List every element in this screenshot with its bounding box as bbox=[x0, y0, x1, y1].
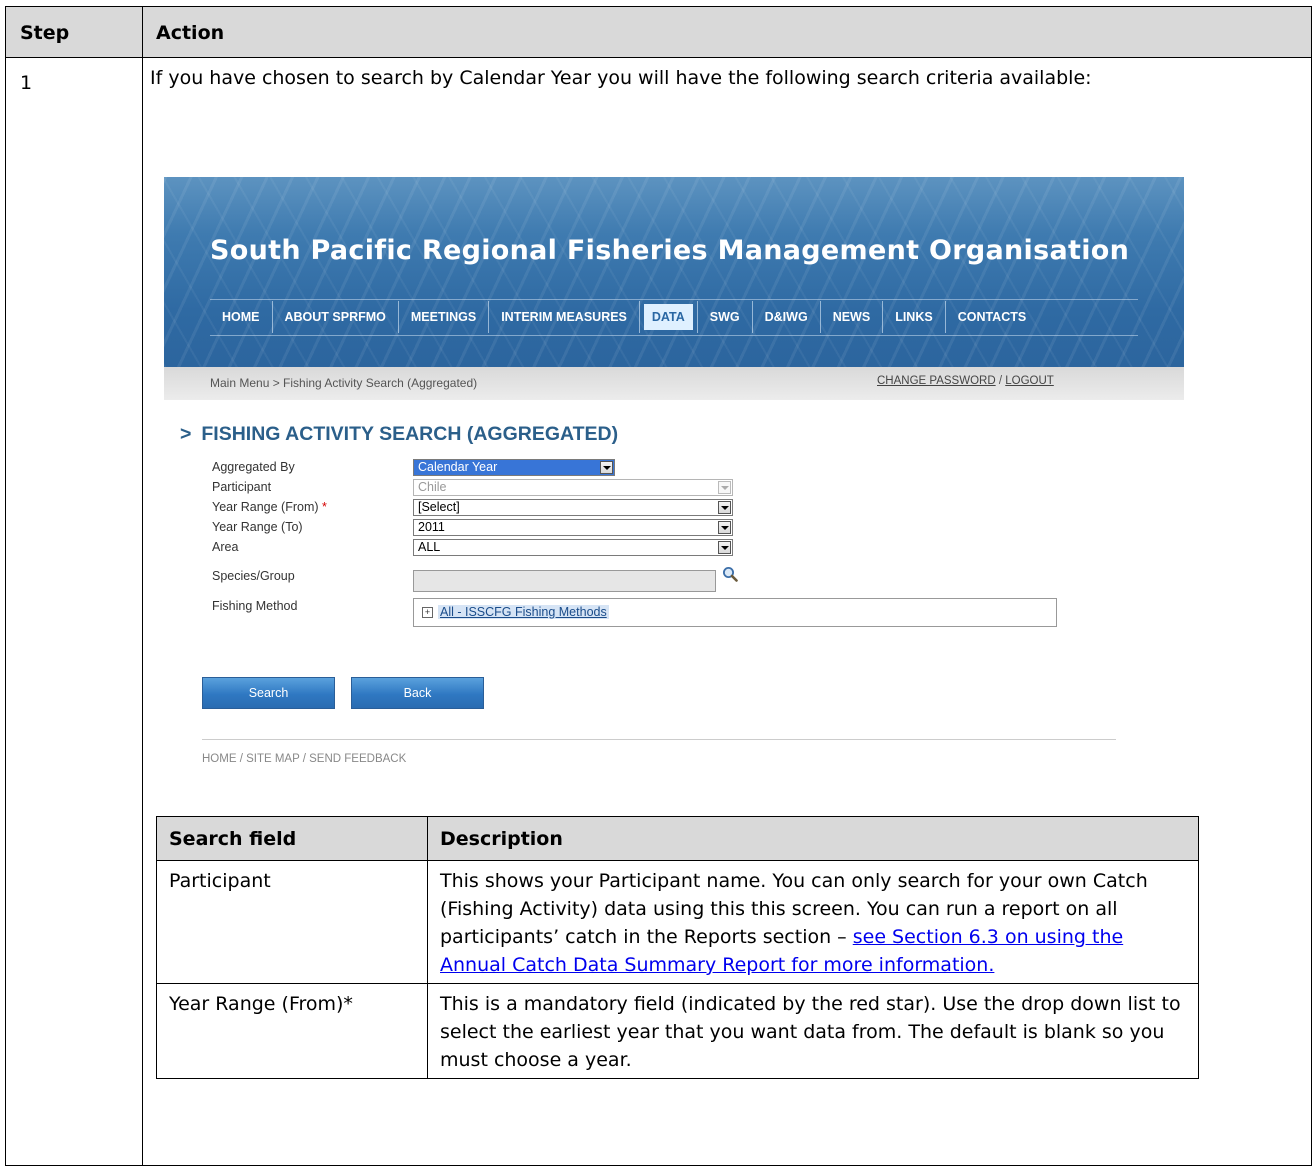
footer-divider bbox=[202, 739, 1116, 740]
area-label: Area bbox=[212, 540, 239, 554]
fishing-method-label: Fishing Method bbox=[212, 599, 298, 613]
link-separator: / bbox=[995, 375, 1006, 387]
site-banner: South Pacific Regional Fisheries Managem… bbox=[164, 177, 1184, 367]
dropdown-arrow-icon bbox=[718, 541, 731, 554]
area-value: ALL bbox=[418, 540, 441, 554]
nav-links[interactable]: LINKS bbox=[883, 301, 946, 333]
nav-data[interactable]: DATA bbox=[643, 304, 693, 330]
intro-text: If you have chosen to search by Calendar… bbox=[150, 67, 1092, 89]
site-title: South Pacific Regional Fisheries Managem… bbox=[210, 235, 1130, 266]
breadcrumb-bar: Main Menu > Fishing Activity Search (Agg… bbox=[164, 367, 1184, 400]
field-description: This shows your Participant name. You ca… bbox=[427, 860, 1199, 984]
year-from-select[interactable]: [Select] bbox=[413, 499, 733, 516]
required-star: * bbox=[322, 500, 327, 514]
field-description: This is a mandatory field (indicated by … bbox=[427, 983, 1199, 1079]
dropdown-arrow-icon bbox=[718, 521, 731, 534]
back-button[interactable]: Back bbox=[351, 677, 484, 709]
nav-news[interactable]: NEWS bbox=[821, 301, 884, 333]
aggregated-by-select[interactable]: Calendar Year bbox=[413, 459, 615, 476]
logout-link[interactable]: LOGOUT bbox=[1005, 375, 1054, 387]
participant-label: Participant bbox=[212, 480, 272, 494]
dropdown-arrow-icon bbox=[718, 481, 731, 494]
year-from-label-text: Year Range (From) bbox=[212, 500, 319, 514]
nav-separator bbox=[638, 301, 640, 333]
species-input[interactable] bbox=[413, 570, 716, 592]
year-from-value: [Select] bbox=[418, 500, 460, 514]
main-nav: HOME ABOUT SPRFMO MEETINGS INTERIM MEASU… bbox=[210, 301, 1038, 333]
nav-meetings[interactable]: MEETINGS bbox=[399, 301, 490, 333]
aggregated-by-value: Calendar Year bbox=[418, 460, 498, 474]
search-field-table: Search field Description Participant Thi… bbox=[156, 816, 1199, 1079]
change-password-link[interactable]: CHANGE PASSWORD bbox=[877, 375, 996, 387]
aggregated-by-label: Aggregated By bbox=[212, 460, 295, 474]
magnifier-icon[interactable] bbox=[722, 566, 738, 582]
nav-bottom-rule bbox=[210, 335, 1138, 336]
participant-select: Chile bbox=[413, 479, 733, 496]
page-title-text: FISHING ACTIVITY SEARCH (AGGREGATED) bbox=[201, 423, 619, 445]
field-name: Year Range (From)* bbox=[156, 983, 428, 1079]
column-divider bbox=[142, 7, 143, 1165]
table-row: Participant This shows your Participant … bbox=[156, 860, 1199, 984]
header-search-field: Search field bbox=[156, 816, 428, 861]
field-name: Participant bbox=[156, 860, 428, 984]
table-row: Year Range (From)* This is a mandatory f… bbox=[156, 983, 1199, 1079]
year-to-value: 2011 bbox=[418, 520, 445, 534]
fishing-method-tree: + All - ISSCFG Fishing Methods bbox=[413, 598, 1057, 627]
year-to-select[interactable]: 2011 bbox=[413, 519, 733, 536]
table-header-row: Search field Description bbox=[156, 816, 1199, 861]
fishing-method-link[interactable]: All - ISSCFG Fishing Methods bbox=[438, 605, 609, 619]
nav-swg[interactable]: SWG bbox=[698, 301, 753, 333]
chevron-right-icon: > bbox=[180, 423, 192, 445]
participant-value: Chile bbox=[418, 480, 447, 494]
year-from-label: Year Range (From) * bbox=[212, 500, 327, 514]
footer-links[interactable]: HOME / SITE MAP / SEND FEEDBACK bbox=[202, 753, 406, 765]
header-action: Action bbox=[156, 22, 225, 44]
account-links: CHANGE PASSWORD / LOGOUT bbox=[877, 375, 1054, 387]
nav-contacts[interactable]: CONTACTS bbox=[946, 301, 1039, 333]
nav-diwg[interactable]: D&IWG bbox=[753, 301, 821, 333]
dropdown-arrow-icon bbox=[600, 461, 613, 474]
search-button[interactable]: Search bbox=[202, 677, 335, 709]
expand-plus-icon[interactable]: + bbox=[422, 607, 433, 618]
dropdown-arrow-icon bbox=[718, 501, 731, 514]
year-to-label: Year Range (To) bbox=[212, 520, 303, 534]
nav-home[interactable]: HOME bbox=[210, 301, 273, 333]
nav-interim-measures[interactable]: INTERIM MEASURES bbox=[489, 301, 639, 333]
area-select[interactable]: ALL bbox=[413, 539, 733, 556]
species-label: Species/Group bbox=[212, 569, 295, 583]
header-step: Step bbox=[20, 22, 70, 44]
header-description: Description bbox=[427, 816, 1199, 861]
page-title: > FISHING ACTIVITY SEARCH (AGGREGATED) bbox=[180, 423, 618, 446]
step-number: 1 bbox=[20, 72, 33, 94]
nav-about[interactable]: ABOUT SPRFMO bbox=[273, 301, 399, 333]
nav-top-rule bbox=[210, 299, 1138, 300]
breadcrumb: Main Menu > Fishing Activity Search (Agg… bbox=[210, 376, 478, 390]
embedded-screenshot: South Pacific Regional Fisheries Managem… bbox=[156, 177, 1186, 777]
